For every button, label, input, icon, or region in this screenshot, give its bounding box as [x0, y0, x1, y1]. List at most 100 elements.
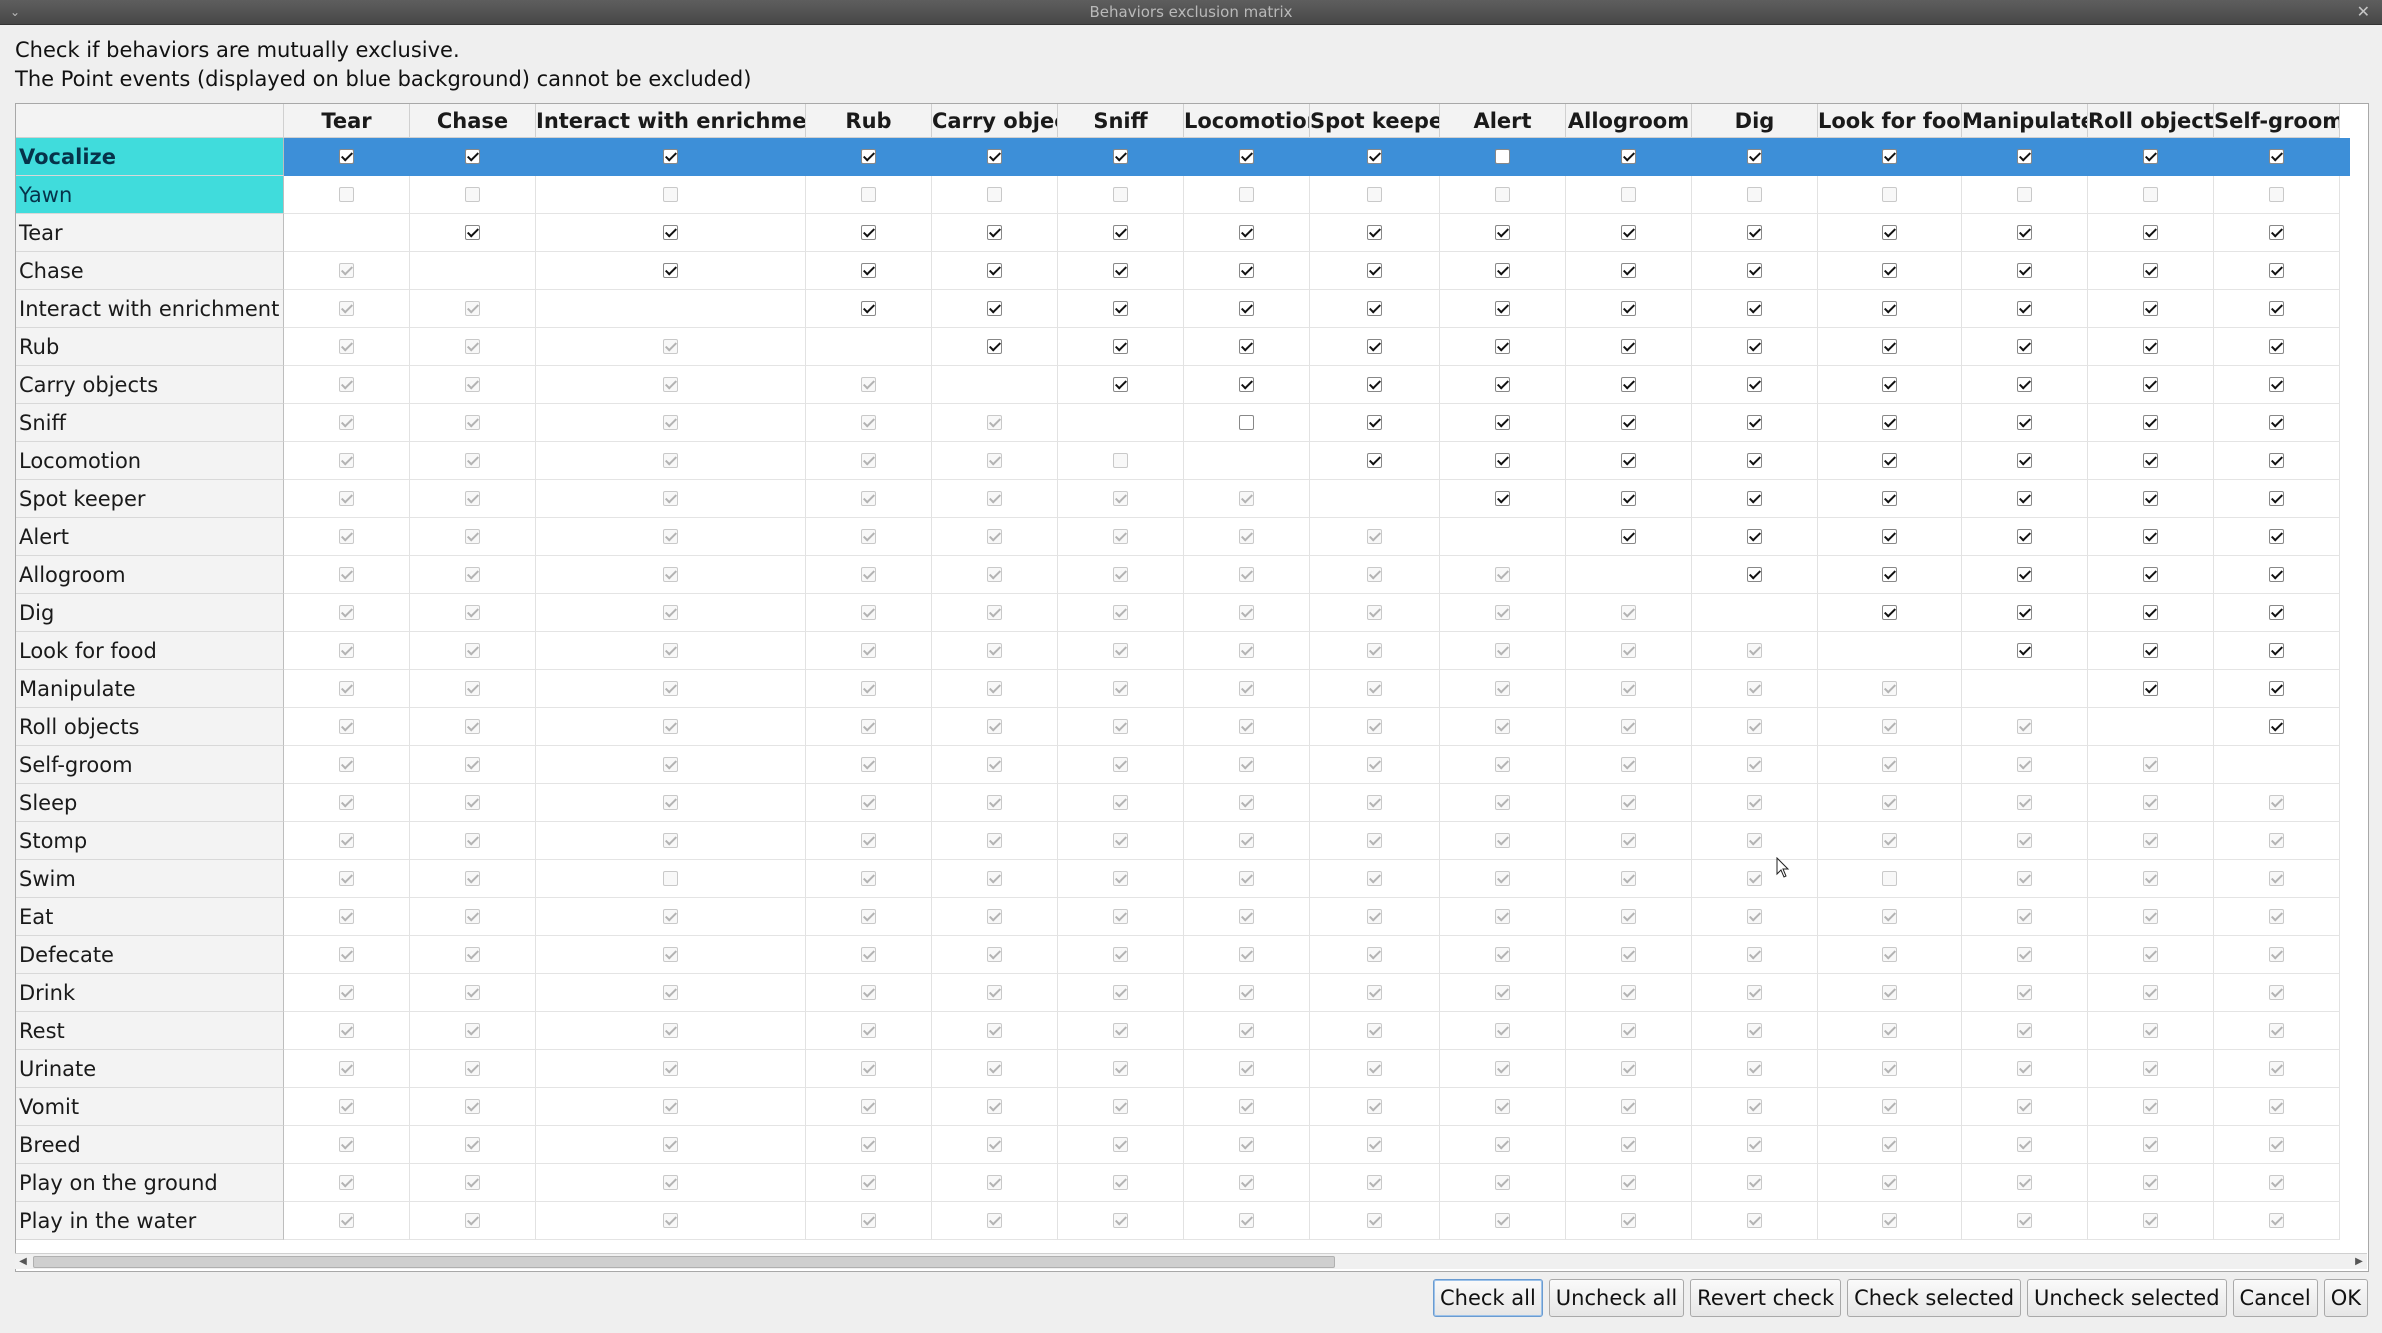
exclusion-checkbox[interactable] [1882, 149, 1897, 164]
matrix-cell[interactable] [806, 290, 932, 328]
matrix-cell[interactable] [2088, 442, 2214, 480]
matrix-cell[interactable] [1962, 480, 2088, 518]
matrix-cell[interactable] [1310, 442, 1440, 480]
close-icon[interactable]: ✕ [2357, 0, 2370, 24]
matrix-cell[interactable] [2214, 138, 2340, 176]
matrix-cell[interactable] [1184, 404, 1310, 442]
matrix-cell[interactable] [1566, 404, 1692, 442]
exclusion-checkbox[interactable] [2269, 225, 2284, 240]
row-header-manipulate[interactable]: Manipulate [16, 670, 284, 708]
matrix-cell[interactable] [1962, 442, 2088, 480]
exclusion-checkbox[interactable] [465, 225, 480, 240]
exclusion-checkbox[interactable] [1747, 301, 1762, 316]
exclusion-checkbox[interactable] [1367, 301, 1382, 316]
row-header-urinate[interactable]: Urinate [16, 1050, 284, 1088]
row-header-defecate[interactable]: Defecate [16, 936, 284, 974]
matrix-cell[interactable] [1692, 404, 1818, 442]
matrix-cell[interactable] [1962, 594, 2088, 632]
scrollbar-handle[interactable] [33, 1256, 1335, 1268]
exclusion-checkbox[interactable] [1747, 529, 1762, 544]
exclusion-checkbox[interactable] [1621, 149, 1636, 164]
matrix-cell[interactable] [2088, 518, 2214, 556]
column-header-locomotion[interactable]: Locomotion [1184, 104, 1310, 138]
exclusion-checkbox[interactable] [1882, 453, 1897, 468]
matrix-cell[interactable] [2214, 252, 2340, 290]
exclusion-checkbox[interactable] [1239, 339, 1254, 354]
exclusion-checkbox[interactable] [861, 225, 876, 240]
matrix-cell[interactable] [1184, 214, 1310, 252]
matrix-cell[interactable] [1818, 366, 1962, 404]
matrix-cell[interactable] [1818, 214, 1962, 252]
matrix-cell[interactable] [2214, 442, 2340, 480]
exclusion-checkbox[interactable] [2143, 643, 2158, 658]
row-header-play-in-the-water[interactable]: Play in the water [16, 1202, 284, 1240]
matrix-cell[interactable] [1566, 252, 1692, 290]
matrix-cell[interactable] [1692, 290, 1818, 328]
row-header-alert[interactable]: Alert [16, 518, 284, 556]
row-header-stomp[interactable]: Stomp [16, 822, 284, 860]
matrix-cell[interactable] [1692, 480, 1818, 518]
exclusion-checkbox[interactable] [1621, 339, 1636, 354]
exclusion-checkbox[interactable] [1495, 377, 1510, 392]
row-header-play-on-the-ground[interactable]: Play on the ground [16, 1164, 284, 1202]
check-selected-button[interactable]: Check selected [1847, 1279, 2022, 1317]
exclusion-checkbox[interactable] [1882, 263, 1897, 278]
exclusion-checkbox[interactable] [2017, 339, 2032, 354]
matrix-cell[interactable] [1818, 556, 1962, 594]
row-header-breed[interactable]: Breed [16, 1126, 284, 1164]
matrix-cell[interactable] [1058, 328, 1184, 366]
cancel-button[interactable]: Cancel [2232, 1279, 2318, 1317]
matrix-cell[interactable] [1566, 480, 1692, 518]
exclusion-checkbox[interactable] [2017, 491, 2032, 506]
exclusion-checkbox[interactable] [987, 339, 1002, 354]
matrix-cell[interactable] [1692, 138, 1818, 176]
matrix-cell[interactable] [1692, 518, 1818, 556]
matrix-cell[interactable] [1310, 214, 1440, 252]
exclusion-checkbox[interactable] [1367, 415, 1382, 430]
matrix-cell[interactable] [1058, 366, 1184, 404]
exclusion-checkbox[interactable] [2269, 149, 2284, 164]
matrix-cell[interactable] [1566, 328, 1692, 366]
exclusion-checkbox[interactable] [2017, 643, 2032, 658]
matrix-cell[interactable] [410, 138, 536, 176]
exclusion-checkbox[interactable] [1621, 415, 1636, 430]
exclusion-checkbox[interactable] [2017, 225, 2032, 240]
exclusion-checkbox[interactable] [1882, 415, 1897, 430]
exclusion-checkbox[interactable] [2269, 567, 2284, 582]
matrix-cell[interactable] [1962, 214, 2088, 252]
matrix-cell[interactable] [1184, 252, 1310, 290]
exclusion-checkbox[interactable] [1882, 225, 1897, 240]
matrix-cell[interactable] [2214, 214, 2340, 252]
column-header-dig[interactable]: Dig [1692, 104, 1818, 138]
matrix-cell[interactable] [1566, 214, 1692, 252]
matrix-cell[interactable] [536, 138, 806, 176]
matrix-cell[interactable] [1310, 290, 1440, 328]
exclusion-checkbox[interactable] [1495, 225, 1510, 240]
exclusion-checkbox[interactable] [1621, 263, 1636, 278]
row-header-yawn[interactable]: Yawn [16, 176, 284, 214]
exclusion-checkbox[interactable] [987, 225, 1002, 240]
exclusion-checkbox[interactable] [1621, 301, 1636, 316]
exclusion-checkbox[interactable] [2269, 643, 2284, 658]
matrix-cell[interactable] [806, 252, 932, 290]
exclusion-checkbox[interactable] [2017, 415, 2032, 430]
matrix-cell[interactable] [1058, 252, 1184, 290]
exclusion-checkbox[interactable] [1367, 339, 1382, 354]
exclusion-checkbox[interactable] [2143, 301, 2158, 316]
exclusion-checkbox[interactable] [1747, 263, 1762, 278]
exclusion-checkbox[interactable] [2017, 567, 2032, 582]
row-header-eat[interactable]: Eat [16, 898, 284, 936]
matrix-cell[interactable] [1184, 328, 1310, 366]
exclusion-checkbox[interactable] [1367, 377, 1382, 392]
matrix-cell[interactable] [1184, 138, 1310, 176]
horizontal-scrollbar[interactable]: ◀ ▶ [15, 1253, 2367, 1269]
row-header-drink[interactable]: Drink [16, 974, 284, 1012]
exclusion-checkbox[interactable] [2017, 529, 2032, 544]
matrix-cell[interactable] [284, 138, 410, 176]
exclusion-checkbox[interactable] [2269, 377, 2284, 392]
scroll-left-icon[interactable]: ◀ [15, 1254, 31, 1269]
exclusion-checkbox[interactable] [1621, 225, 1636, 240]
matrix-cell[interactable] [410, 214, 536, 252]
matrix-cell[interactable] [1962, 556, 2088, 594]
row-header-rest[interactable]: Rest [16, 1012, 284, 1050]
